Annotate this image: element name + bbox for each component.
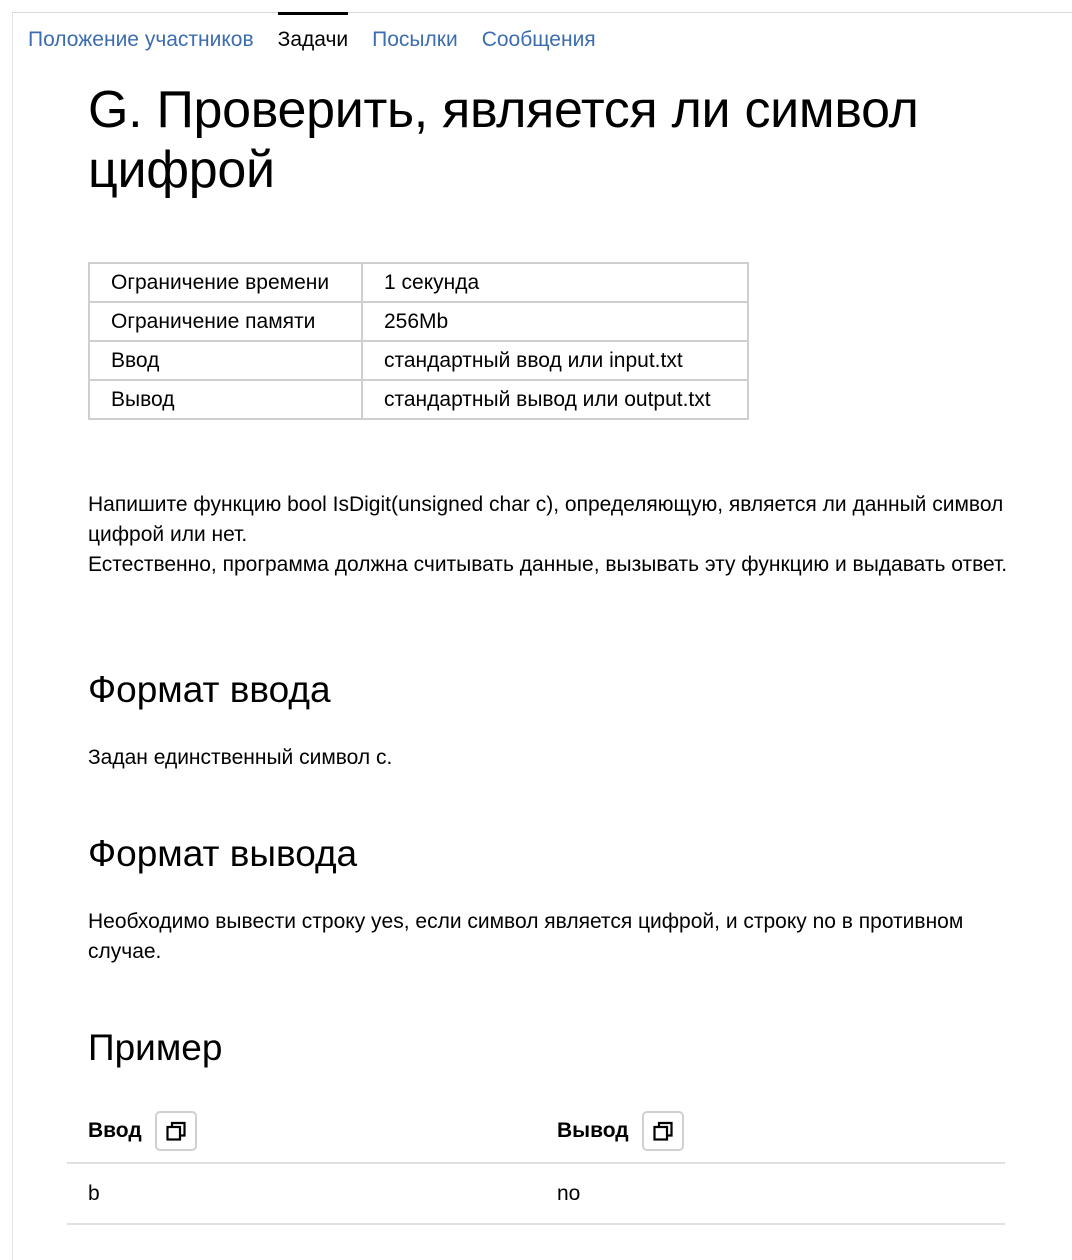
copy-icon: [166, 1121, 186, 1141]
example-table: Ввод Вывод b no: [67, 1108, 1005, 1225]
copy-icon: [653, 1121, 673, 1141]
limit-value: 256Mb: [361, 301, 749, 342]
problem-title: G. Проверить, является ли символ цифрой: [88, 81, 919, 199]
tab-standings[interactable]: Положение участников: [28, 12, 254, 52]
limit-key: Ограничение памяти: [88, 301, 363, 342]
output-format-heading: Формат вывода: [88, 833, 358, 874]
problem-tabs: Положение участников Задачи Посылки Сооб…: [28, 12, 620, 64]
example-output-value: no: [557, 1182, 581, 1205]
limits-table: Ограничение времени 1 секунда Ограничени…: [88, 262, 749, 420]
example-row: b no: [67, 1164, 1005, 1225]
example-heading: Пример: [88, 1027, 223, 1068]
copy-input-button[interactable]: [154, 1111, 197, 1151]
limits-row: Вывод стандартный вывод или output.txt: [88, 379, 749, 420]
example-header: Ввод Вывод: [67, 1108, 1005, 1164]
copy-output-button[interactable]: [641, 1111, 684, 1151]
example-output-label: Вывод: [557, 1119, 629, 1142]
input-format-text: Задан единственный символ c.: [88, 746, 393, 769]
limit-value: стандартный вывод или output.txt: [361, 379, 749, 420]
limit-value: стандартный ввод или input.txt: [361, 340, 749, 381]
output-format-text: Необходимо вывести строку yes, если симв…: [88, 910, 964, 963]
example-input-header: Ввод: [88, 1108, 197, 1154]
example-output-header: Вывод: [557, 1108, 684, 1154]
limit-key: Вывод: [88, 379, 363, 420]
limit-key: Ввод: [88, 340, 363, 381]
problem-statement: Напишите функцию bool IsDigit(unsigned c…: [88, 490, 1008, 580]
example-input-label: Ввод: [88, 1119, 142, 1142]
tab-submissions[interactable]: Посылки: [372, 12, 458, 52]
limits-row: Ограничение памяти 256Mb: [88, 301, 749, 342]
limits-row: Ограничение времени 1 секунда: [88, 262, 749, 303]
statement-paragraph: Напишите функцию bool IsDigit(unsigned c…: [88, 493, 1004, 546]
tab-messages[interactable]: Сообщения: [482, 12, 596, 52]
limit-value: 1 секунда: [361, 262, 749, 303]
example-input-value: b: [88, 1182, 100, 1205]
limit-key: Ограничение времени: [88, 262, 363, 303]
limits-row: Ввод стандартный ввод или input.txt: [88, 340, 749, 381]
statement-paragraph: Естественно, программа должна считывать …: [88, 553, 1008, 576]
tab-problems[interactable]: Задачи: [277, 12, 348, 52]
input-format-heading: Формат ввода: [88, 669, 331, 710]
